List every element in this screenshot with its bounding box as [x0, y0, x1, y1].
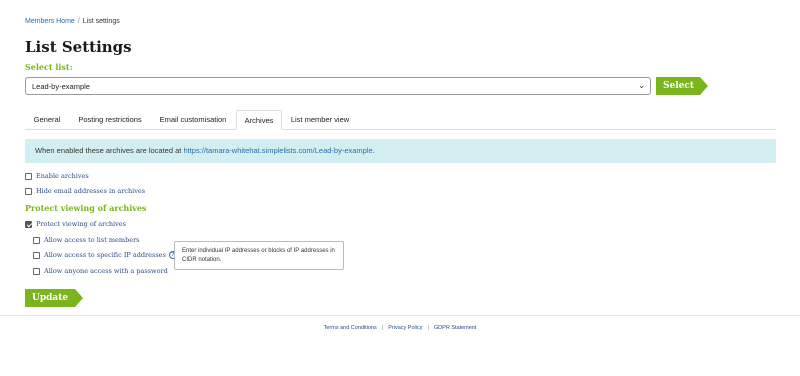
info-text: When enabled these archives are located … — [35, 146, 184, 155]
hide-emails-option[interactable]: Hide email addresses in archives — [25, 187, 145, 195]
protect-viewing-label: Protect viewing of archives — [36, 220, 126, 228]
footer-separator: | — [381, 325, 384, 331]
terms-link[interactable]: Terms and Conditions — [324, 325, 377, 331]
allow-members-checkbox[interactable] — [33, 236, 40, 244]
footer-links: Terms and Conditions | Privacy Policy | GDPR… — [0, 325, 800, 331]
protect-viewing-checkbox[interactable] — [25, 220, 32, 228]
settings-tabs: General Posting restrictions Email custo… — [25, 110, 776, 130]
list-select-dropdown[interactable]: Lead-by-example ⌄ — [25, 77, 651, 95]
tab-archives[interactable]: Archives — [236, 110, 282, 130]
protect-viewing-option[interactable]: Protect viewing of archives — [25, 220, 126, 228]
allow-password-option[interactable]: Allow anyone access with a password — [33, 267, 168, 275]
chevron-down-icon: ⌄ — [638, 81, 645, 90]
allow-password-checkbox[interactable] — [33, 267, 40, 275]
privacy-link[interactable]: Privacy Policy — [388, 325, 422, 331]
list-select-value: Lead-by-example — [32, 82, 90, 91]
archive-link[interactable]: https://tamara-whitehat.simplelists.com/… — [183, 146, 372, 155]
tab-posting-restrictions[interactable]: Posting restrictions — [70, 110, 150, 130]
info-suffix: . — [372, 146, 375, 155]
allow-members-label: Allow access to list members — [44, 236, 140, 244]
ip-help-tooltip: Enter individual IP addresses or blocks … — [174, 241, 344, 270]
protect-viewing-heading: Protect viewing of archives — [25, 203, 147, 213]
breadcrumb-current: List settings — [82, 18, 120, 25]
gdpr-link[interactable]: GDPR Statement — [434, 325, 477, 331]
breadcrumb-separator: / — [77, 18, 80, 25]
select-list-label: Select list: — [25, 62, 73, 72]
breadcrumb: Members Home / List settings — [25, 18, 120, 25]
tab-general[interactable]: General — [25, 110, 69, 130]
allow-members-option[interactable]: Allow access to list members — [33, 236, 140, 244]
allow-ips-checkbox[interactable] — [33, 251, 40, 259]
enable-archives-checkbox[interactable] — [25, 172, 32, 180]
allow-ips-option[interactable]: Allow access to specific IP addresses ? — [33, 251, 177, 259]
hide-emails-label: Hide email addresses in archives — [36, 187, 146, 195]
footer-separator: | — [427, 325, 429, 331]
allow-ips-label: Allow access to specific IP addresses — [44, 251, 166, 259]
archive-location-info: When enabled these archives are located … — [25, 139, 776, 163]
select-button[interactable]: Select — [656, 77, 708, 95]
footer-divider — [0, 315, 800, 316]
enable-archives-option[interactable]: Enable archives — [25, 172, 89, 180]
update-button[interactable]: Update — [25, 289, 83, 307]
tab-list-member-view[interactable]: List member view — [284, 110, 356, 130]
tab-email-customisation[interactable]: Email customisation — [153, 110, 233, 130]
hide-emails-checkbox[interactable] — [25, 187, 32, 195]
allow-password-label: Allow anyone access with a password — [44, 267, 168, 275]
breadcrumb-home-link[interactable]: Members Home — [25, 18, 75, 25]
enable-archives-label: Enable archives — [36, 172, 89, 180]
page-title: List Settings — [25, 38, 132, 56]
